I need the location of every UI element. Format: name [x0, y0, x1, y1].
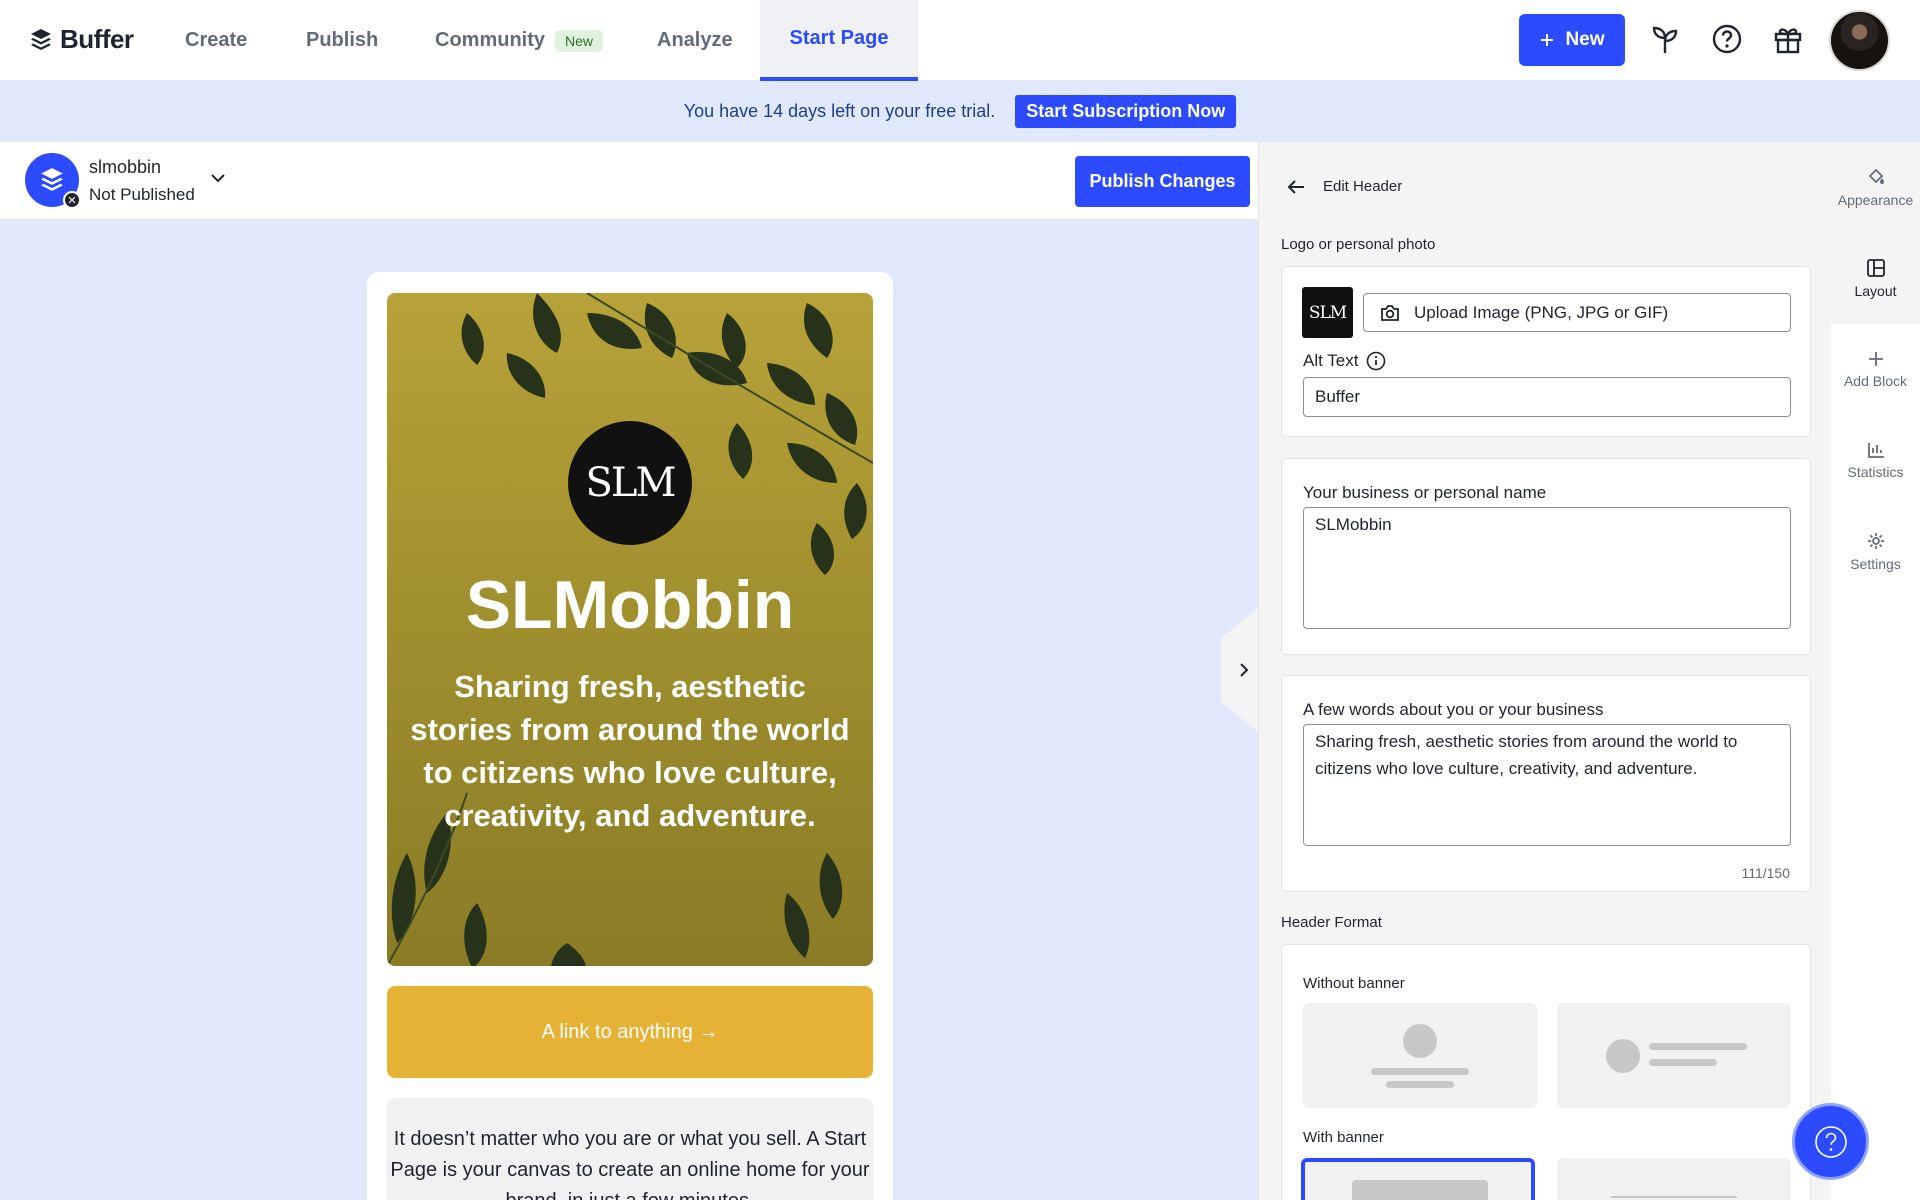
start-page-preview: SLM SLMobbin Sharing fresh, aesthetic st… [367, 272, 893, 1200]
top-navigation: Buffer Create Publish Community New Anal… [0, 0, 1920, 81]
format-option-centered[interactable] [1303, 1003, 1537, 1108]
publish-changes-button[interactable]: Publish Changes [1075, 156, 1250, 207]
edit-header-panel: Edit Header Logo or personal photo SLM U… [1258, 142, 1831, 1200]
link-block[interactable]: A link to anything → [387, 986, 873, 1078]
help-chat-button[interactable] [1792, 1103, 1869, 1180]
header-banner[interactable]: SLM SLMobbin Sharing fresh, aesthetic st… [387, 293, 873, 966]
paint-bucket-icon [1868, 168, 1884, 184]
alt-text-input[interactable]: Buffer [1303, 377, 1791, 417]
page-bar: ✕ slmobbin Not Published Publish Changes [0, 142, 1258, 220]
layout-banner-icon [1352, 1180, 1488, 1200]
buffer-logo[interactable]: Buffer [30, 24, 134, 55]
layout-left-icon [1606, 1039, 1747, 1073]
buffer-logo-icon [31, 28, 51, 50]
gear-icon [1867, 532, 1884, 549]
buffer-logo-icon [41, 168, 63, 191]
camera-icon [1381, 304, 1399, 321]
chevron-down-icon[interactable] [208, 168, 228, 193]
nav-tab-start-page[interactable]: Start Page [760, 0, 918, 81]
alt-text-label: Alt Text [1303, 351, 1386, 371]
panel-title: Edit Header [1323, 178, 1403, 195]
user-avatar[interactable] [1829, 10, 1890, 71]
rail-statistics[interactable]: Statistics [1831, 415, 1920, 506]
logo-card: SLM Upload Image (PNG, JPG or GIF) Alt T… [1281, 266, 1811, 437]
text-block[interactable]: It doesn’t matter who you are or what yo… [387, 1098, 873, 1200]
sprout-icon[interactable] [1648, 22, 1682, 56]
header-logo: SLM [568, 421, 692, 545]
layout-icon [1866, 258, 1885, 277]
about-label: A few words about you or your business [1303, 700, 1604, 719]
rail-statistics-label: Statistics [1847, 463, 1904, 480]
rail-layout-label: Layout [1854, 282, 1897, 299]
logo-section-label: Logo or personal photo [1281, 236, 1436, 253]
name-card: Your business or personal name SLMobbin [1281, 458, 1811, 655]
page-name: slmobbin [89, 157, 162, 177]
format-option-left[interactable] [1557, 1003, 1791, 1108]
upload-image-label: Upload Image (PNG, JPG or GIF) [1414, 302, 1669, 322]
unpublished-status-icon: ✕ [63, 191, 81, 209]
format-option-banner-alt[interactable] [1557, 1158, 1791, 1200]
nav-tab-create[interactable]: Create [185, 0, 247, 81]
rail-add-block[interactable]: Add Block [1831, 324, 1920, 415]
page-avatar[interactable]: ✕ [25, 153, 81, 209]
rail-appearance[interactable]: Appearance [1831, 142, 1920, 233]
upload-image-button[interactable]: Upload Image (PNG, JPG or GIF) [1363, 293, 1791, 332]
brand-name: Buffer [60, 24, 134, 54]
about-card: A few words about you or your business S… [1281, 675, 1811, 892]
plus-icon [1541, 34, 1554, 46]
nav-tab-analyze[interactable]: Analyze [657, 0, 733, 81]
about-textarea[interactable]: Sharing fresh, aesthetic stories from ar… [1303, 724, 1791, 846]
rail-layout[interactable]: Layout [1831, 233, 1920, 324]
preview-canvas: SLM SLMobbin Sharing fresh, aesthetic st… [0, 220, 1258, 1200]
without-banner-label: Without banner [1303, 975, 1405, 992]
panel-header: Edit Header [1287, 178, 1402, 195]
name-input[interactable]: SLMobbin [1303, 507, 1791, 629]
with-banner-label: With banner [1303, 1129, 1384, 1146]
format-option-banner-selected[interactable] [1301, 1158, 1535, 1200]
logo-thumbnail: SLM [1302, 287, 1353, 338]
alt-text-label-text: Alt Text [1303, 351, 1359, 370]
editor-rail: Appearance Layout Add Block Statistics S… [1831, 142, 1920, 1200]
new-button[interactable]: New [1519, 14, 1625, 66]
rail-settings[interactable]: Settings [1831, 506, 1920, 597]
header-description: Sharing fresh, aesthetic stories from ar… [410, 669, 850, 833]
page-status: Not Published [89, 185, 195, 204]
question-icon [1814, 1125, 1847, 1158]
rail-settings-label: Settings [1850, 555, 1901, 572]
header-format-label: Header Format [1281, 914, 1382, 931]
gift-icon[interactable] [1771, 22, 1805, 56]
start-subscription-button[interactable]: Start Subscription Now [1015, 95, 1237, 128]
nav-tab-publish[interactable]: Publish [306, 0, 378, 81]
rail-appearance-label: Appearance [1837, 191, 1914, 208]
collapse-panel-tab[interactable] [1221, 608, 1258, 732]
header-format-card: Without banner With banner [1281, 944, 1811, 1200]
layout-banner-alt-icon [1610, 1196, 1738, 1200]
trial-banner: You have 14 days left on your free trial… [0, 81, 1920, 142]
trial-message: You have 14 days left on your free trial… [683, 101, 996, 121]
name-label: Your business or personal name [1303, 483, 1547, 502]
nav-tab-community[interactable]: Community New [435, 0, 604, 81]
character-counter: 111/150 [1741, 865, 1790, 881]
info-icon[interactable] [1366, 351, 1386, 371]
layout-centered-icon [1371, 1024, 1469, 1088]
back-arrow-icon[interactable] [1287, 179, 1305, 195]
new-button-label: New [1565, 29, 1605, 50]
plus-icon [1868, 351, 1883, 366]
nav-tab-community-label: Community [435, 29, 545, 51]
help-icon[interactable] [1710, 22, 1744, 56]
rail-add-block-label: Add Block [1843, 372, 1908, 389]
new-badge: New [555, 29, 604, 52]
header-title: SLMobbin [465, 567, 795, 643]
bar-chart-icon [1867, 442, 1884, 458]
